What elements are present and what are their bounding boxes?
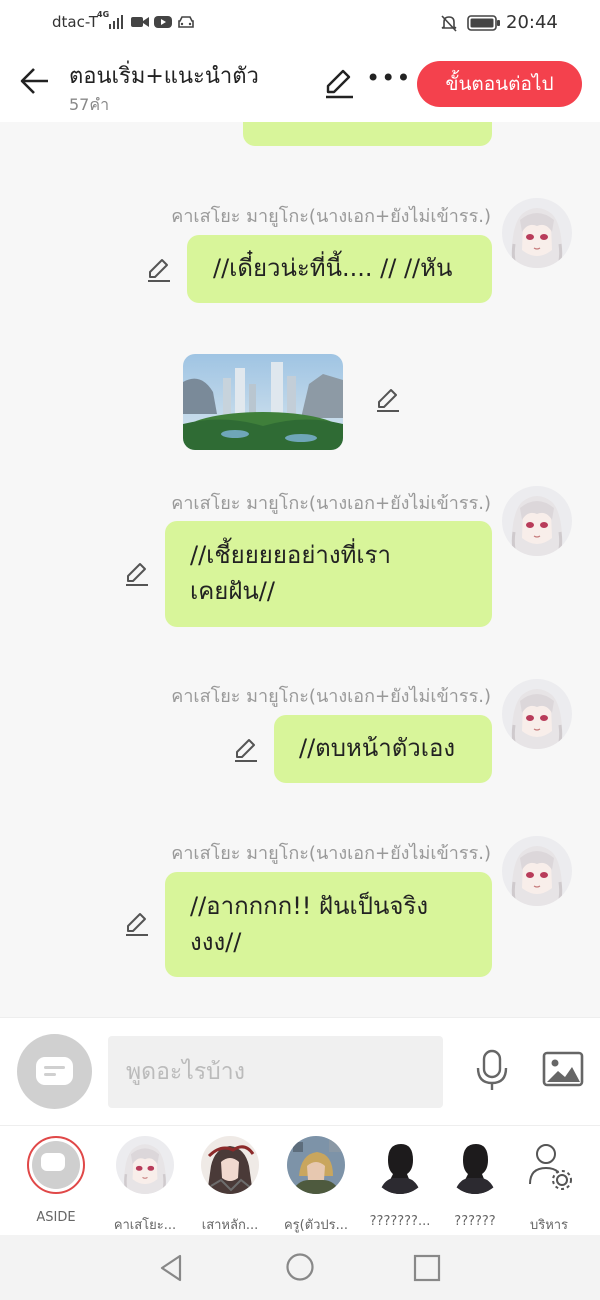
message-bubble[interactable]: //อากกกก!! ฝันเป็นจริง งงง//: [165, 872, 492, 977]
message-text-line: //อากกกก!! ฝันเป็นจริง: [190, 892, 429, 920]
speaker-name: คาเสโยะ มายูโกะ(นางเอก+ยังไม่เข้ารร.): [171, 206, 491, 227]
message-bubble[interactable]: //ตบหน้าตัวเอง: [274, 715, 492, 783]
signal-icon: [109, 15, 123, 29]
character-label: ASIDE: [36, 1210, 76, 1225]
speaker-name: คาเสโยะ มายูโกะ(นางเอก+ยังไม่เข้ารร.): [171, 843, 491, 864]
character-item[interactable]: ??????: [440, 1136, 510, 1229]
edit-image-icon[interactable]: [374, 386, 402, 414]
message-text: //เดี๋ยวน่ะที่นี้.... // //หัน: [213, 254, 453, 282]
character-label: ครู(ตัวปร...: [283, 1218, 349, 1233]
character-label: คาเสโยะ...: [113, 1218, 177, 1233]
clock: 20:44: [506, 12, 558, 33]
message-input[interactable]: [108, 1036, 443, 1108]
edit-message-icon[interactable]: [123, 910, 151, 938]
avatar[interactable]: [502, 198, 572, 268]
message-text: //ตบหน้าตัวเอง: [299, 734, 456, 762]
microphone-icon[interactable]: [474, 1048, 510, 1092]
city-scene-image[interactable]: [183, 354, 343, 450]
chapter-title: ตอนเริ่ม+แนะนำตัว: [69, 64, 259, 89]
edit-title-icon[interactable]: [322, 66, 356, 100]
manage-characters[interactable]: บริหาร: [520, 1136, 578, 1235]
speaker-name: คาเสโยะ มายูโกะ(นางเอก+ยังไม่เข้ารร.): [171, 686, 491, 707]
video-icon: [131, 17, 149, 27]
person-gear-icon: [529, 1144, 572, 1190]
next-step-button[interactable]: ขั้นตอนต่อไป: [417, 61, 582, 107]
car-icon: [178, 16, 194, 28]
character-label: ??????: [454, 1214, 496, 1229]
avatar[interactable]: [502, 486, 572, 556]
nav-back-icon[interactable]: [158, 1253, 184, 1283]
edit-message-icon[interactable]: [145, 256, 173, 284]
avatar[interactable]: [502, 679, 572, 749]
carrier-label: dtac-T: [52, 13, 99, 31]
character-selector: ASIDE คาเสโยะ... เสาหลัก... ครู(ตัวปร...…: [0, 1125, 600, 1235]
avatar[interactable]: [502, 836, 572, 906]
image-upload-icon[interactable]: [542, 1048, 584, 1090]
aside-toggle-button[interactable]: [17, 1034, 92, 1109]
nav-home-icon[interactable]: [285, 1252, 315, 1282]
character-avatar: [287, 1136, 345, 1194]
message-text-line: งงง//: [190, 928, 242, 956]
chat-area[interactable]: คาเสโยะ มายูโกะ(นางเอก+ยังไม่เข้ารร.) //…: [0, 122, 600, 1017]
message-bubble-partial[interactable]: [243, 122, 492, 146]
character-label: บริหาร: [529, 1218, 569, 1233]
status-bar: dtac-T 4G 20:44: [0, 0, 600, 46]
character-avatar: [371, 1136, 429, 1194]
top-header: ตอนเริ่ม+แนะนำตัว 57คำ ••• ขั้นตอนต่อไป: [0, 46, 600, 122]
message-input-bar: [0, 1017, 600, 1125]
character-avatar: [201, 1136, 259, 1194]
character-aside[interactable]: ASIDE: [13, 1136, 99, 1225]
character-item[interactable]: เสาหลัก...: [187, 1136, 273, 1235]
battery-icon: [467, 15, 500, 31]
edit-message-icon[interactable]: [232, 736, 260, 764]
speaker-name: คาเสโยะ มายูโกะ(นางเอก+ยังไม่เข้ารร.): [171, 493, 491, 514]
message-bubble[interactable]: //เชี้ยยยยอย่างที่เรา เคยฝัน//: [165, 521, 492, 627]
word-count: 57คำ: [69, 95, 110, 114]
aside-icon: [27, 1136, 85, 1194]
mute-bell-icon: [441, 15, 457, 32]
character-label: ???????...: [369, 1214, 431, 1229]
chat-bubble-icon: [36, 1057, 73, 1085]
message-text-line: //เชี้ยยยยอย่างที่เรา: [190, 541, 391, 569]
character-avatar: [116, 1136, 174, 1194]
nav-recents-icon[interactable]: [413, 1254, 441, 1282]
character-avatar: [446, 1136, 504, 1194]
edit-message-icon[interactable]: [123, 560, 151, 588]
message-bubble[interactable]: //เดี๋ยวน่ะที่นี้.... // //หัน: [187, 235, 492, 303]
character-label: เสาหลัก...: [201, 1218, 259, 1233]
system-navigation-bar: [0, 1235, 600, 1300]
back-arrow-icon[interactable]: [18, 64, 52, 98]
character-item[interactable]: คาเสโยะ...: [102, 1136, 188, 1235]
character-item[interactable]: ???????...: [357, 1136, 443, 1229]
character-item[interactable]: ครู(ตัวปร...: [273, 1136, 359, 1235]
more-options-icon[interactable]: •••: [366, 64, 411, 92]
youtube-icon: [154, 16, 172, 28]
message-text-line: เคยฝัน//: [190, 577, 275, 605]
